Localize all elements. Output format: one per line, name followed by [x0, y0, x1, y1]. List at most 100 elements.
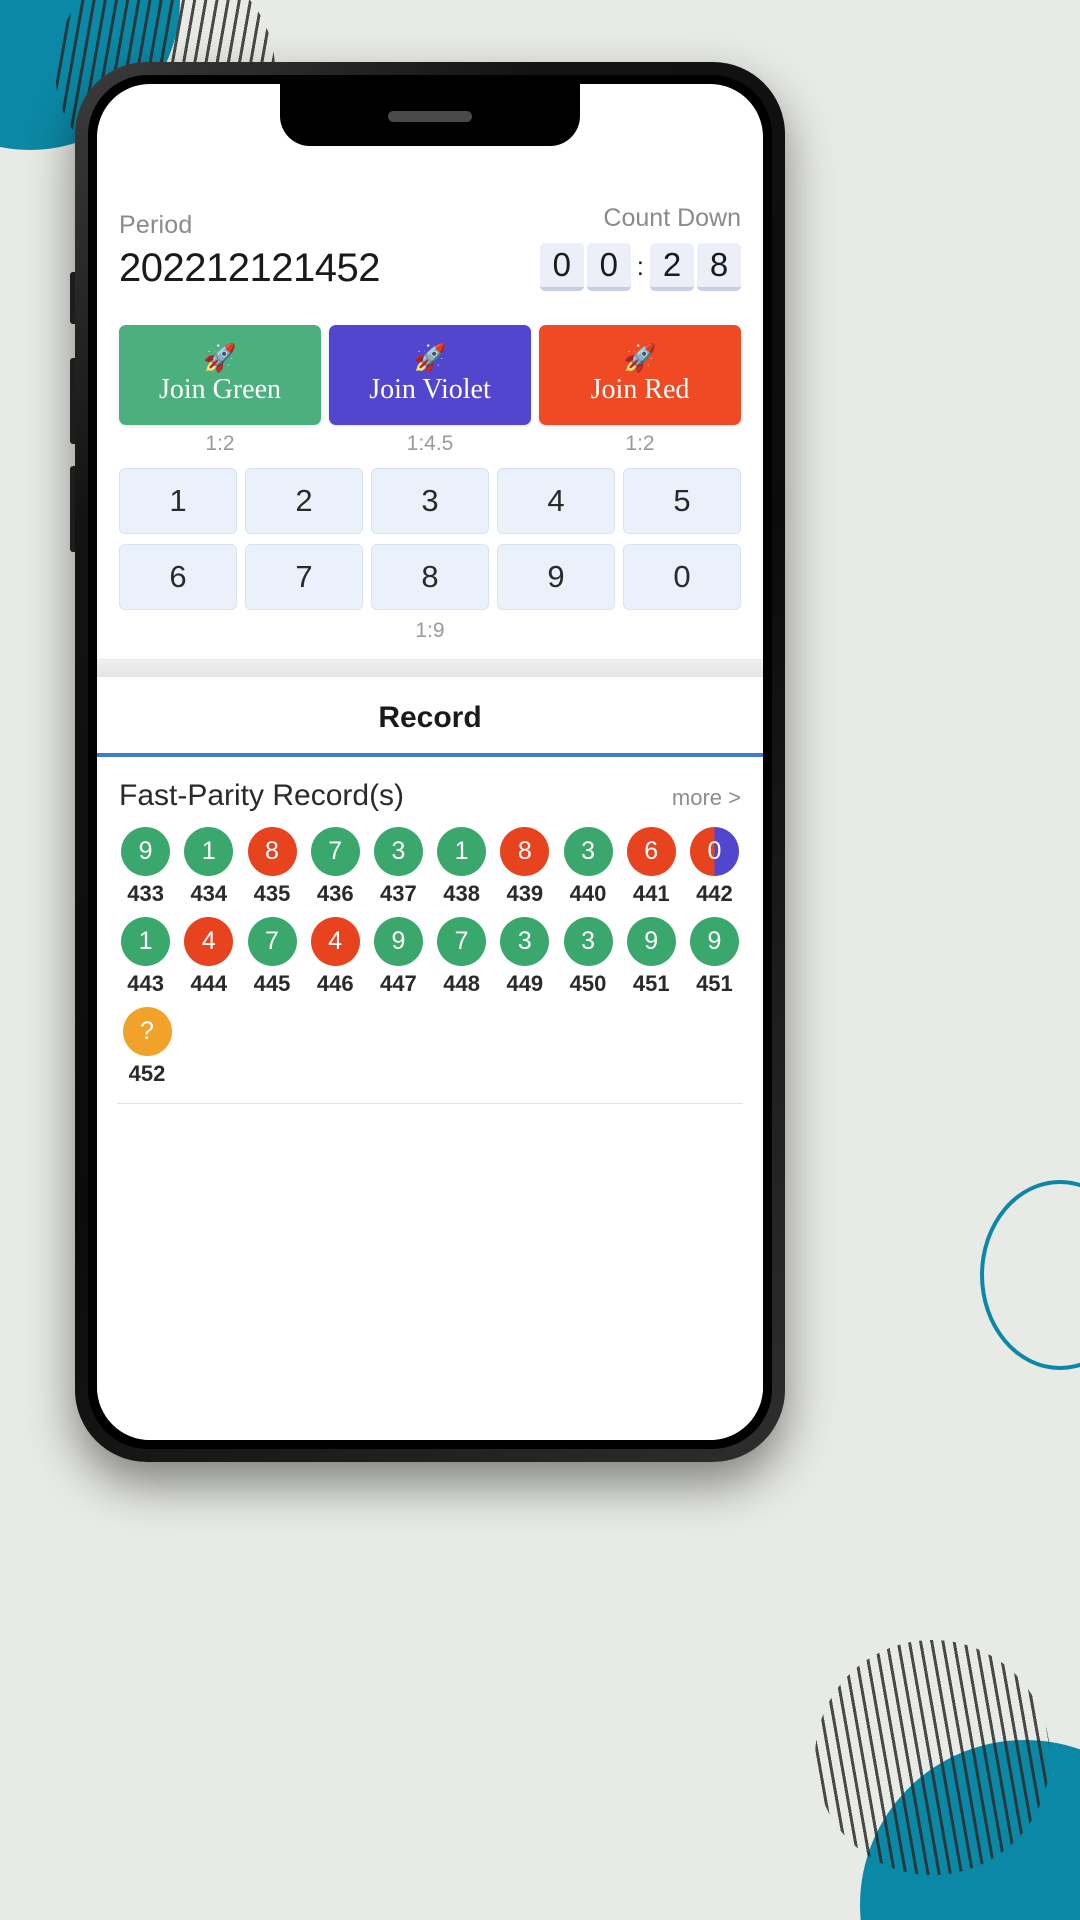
join-violet-column: 🚀 Join Violet 1:4.5 [329, 325, 531, 456]
number-button-5[interactable]: 5 [623, 468, 741, 534]
record-ball-period: 443 [127, 971, 164, 996]
deco-ring-right [980, 1180, 1080, 1370]
record-cell[interactable]: 7 436 [307, 827, 364, 907]
record-ball: 3 [563, 827, 613, 876]
record-ball-period: 448 [443, 971, 480, 996]
record-ball-period: 433 [127, 881, 164, 906]
number-button-9[interactable]: 9 [497, 544, 615, 610]
section-divider-band [97, 659, 763, 677]
record-ball-period: 440 [569, 881, 607, 906]
record-ball: 7 [310, 827, 360, 876]
join-green-button[interactable]: 🚀 Join Green [119, 325, 321, 425]
record-ball-period: 447 [380, 971, 417, 996]
app-content: Period 202212121452 Count Down 0 0 : 2 8 [97, 146, 763, 1440]
number-button-6[interactable]: 6 [119, 544, 237, 610]
phone-volume-up-button [70, 358, 75, 444]
countdown-digit-minute-ones: 0 [586, 243, 631, 291]
record-bottom-divider [117, 1103, 743, 1104]
record-ball: 1 [184, 827, 234, 876]
record-cell[interactable]: 7 448 [433, 917, 490, 997]
record-cell[interactable]: 3 449 [496, 917, 553, 997]
join-green-ratio: 1:2 [205, 432, 235, 455]
record-more-link[interactable]: more > [672, 785, 741, 811]
record-cell[interactable]: 7 445 [243, 917, 300, 997]
record-cell[interactable]: 8 439 [496, 827, 553, 907]
record-ball: 7 [247, 917, 297, 966]
record-cell[interactable]: 0 442 [686, 827, 743, 907]
record-ball: 3 [500, 917, 550, 966]
join-green-label: Join Green [158, 373, 282, 405]
record-row: 1 443 4 444 7 445 4 446 9 447 7 448 3 449 3 450 9 451 9 451 [117, 917, 743, 997]
record-cell[interactable]: 4 444 [180, 917, 237, 997]
record-cell[interactable]: 6 441 [623, 827, 680, 907]
record-cell[interactable]: 9 447 [370, 917, 427, 997]
record-cell[interactable]: 1 443 [117, 917, 174, 997]
record-ball: 1 [121, 917, 171, 966]
join-red-column: 🚀 Join Red 1:2 [539, 325, 741, 456]
record-ball: 8 [500, 827, 550, 876]
record-ball-period: 444 [190, 971, 228, 996]
record-ball: 9 [626, 917, 676, 966]
record-cell[interactable]: 1 438 [433, 827, 490, 907]
join-violet-button[interactable]: 🚀 Join Violet [329, 325, 531, 425]
period-block: Period 202212121452 [119, 211, 380, 291]
number-button-0[interactable]: 0 [623, 544, 741, 610]
number-button-7[interactable]: 7 [245, 544, 363, 610]
countdown-label: Count Down [603, 204, 741, 232]
record-ball-period: 439 [506, 881, 544, 906]
phone-mockup: Period 202212121452 Count Down 0 0 : 2 8 [70, 62, 785, 1462]
record-ball: 9 [373, 917, 423, 966]
record-ball: 9 [689, 917, 739, 966]
countdown-digits: 0 0 : 2 8 [539, 243, 741, 291]
record-cell[interactable]: 9 433 [117, 827, 174, 907]
rocket-icon: 🚀 [623, 342, 657, 373]
phone-mute-switch [70, 272, 75, 324]
number-button-2[interactable]: 2 [245, 468, 363, 534]
record-ball-period: 451 [632, 971, 670, 996]
record-ball: 3 [563, 917, 613, 966]
number-button-8[interactable]: 8 [371, 544, 489, 610]
record-cell[interactable]: 8 435 [243, 827, 300, 907]
record-ball-period: 436 [316, 881, 354, 906]
record-ball: 6 [626, 827, 676, 876]
record-ball: 9 [121, 827, 171, 876]
number-row-first: 1 2 3 4 5 [119, 468, 741, 534]
record-cell[interactable]: ? 452 [117, 1007, 177, 1087]
record-cell[interactable]: 3 450 [559, 917, 616, 997]
period-countdown-row: Period 202212121452 Count Down 0 0 : 2 8 [97, 146, 763, 291]
record-ball-period: 450 [569, 971, 607, 996]
tab-record[interactable]: Record [97, 677, 763, 757]
join-red-button[interactable]: 🚀 Join Red [539, 325, 741, 425]
countdown-block: Count Down 0 0 : 2 8 [539, 204, 741, 291]
countdown-digit-second-tens: 2 [650, 243, 694, 291]
record-cell[interactable]: 9 451 [686, 917, 743, 997]
period-label: Period [119, 211, 193, 239]
record-ball-period: 452 [128, 1061, 166, 1086]
record-ball: 4 [310, 917, 360, 966]
record-cell[interactable]: 4 446 [307, 917, 364, 997]
number-button-4[interactable]: 4 [497, 468, 615, 534]
record-ball: 7 [437, 917, 487, 966]
deco-striped-circle-bottom-right [815, 1640, 1050, 1875]
record-cell[interactable]: 3 440 [559, 827, 616, 907]
record-ball-period: 442 [696, 881, 733, 906]
number-grid: 1 2 3 4 5 6 7 8 9 0 1:9 [97, 456, 763, 643]
record-ball-period: 435 [253, 881, 291, 906]
number-button-3[interactable]: 3 [371, 468, 489, 534]
join-buttons-row: 🚀 Join Green 1:2 🚀 Join Violet 1:4.5 🚀 J… [97, 291, 763, 456]
record-ball: 8 [247, 827, 297, 876]
record-cell[interactable]: 9 451 [623, 917, 680, 997]
record-row: ? 452 [117, 1007, 743, 1087]
number-button-1[interactable]: 1 [119, 468, 237, 534]
join-red-label: Join Red [590, 373, 690, 405]
join-green-column: 🚀 Join Green 1:2 [119, 325, 321, 456]
record-cell[interactable]: 1 434 [180, 827, 237, 907]
record-ball-period: 449 [506, 971, 544, 996]
record-ball: ? [122, 1007, 172, 1056]
phone-bezel: Period 202212121452 Count Down 0 0 : 2 8 [88, 75, 772, 1449]
record-ball: 0 [689, 827, 739, 876]
number-row-second: 6 7 8 9 0 [119, 544, 741, 610]
period-value: 202212121452 [119, 246, 380, 290]
record-cell[interactable]: 3 437 [370, 827, 427, 907]
countdown-separator: : [636, 250, 644, 281]
